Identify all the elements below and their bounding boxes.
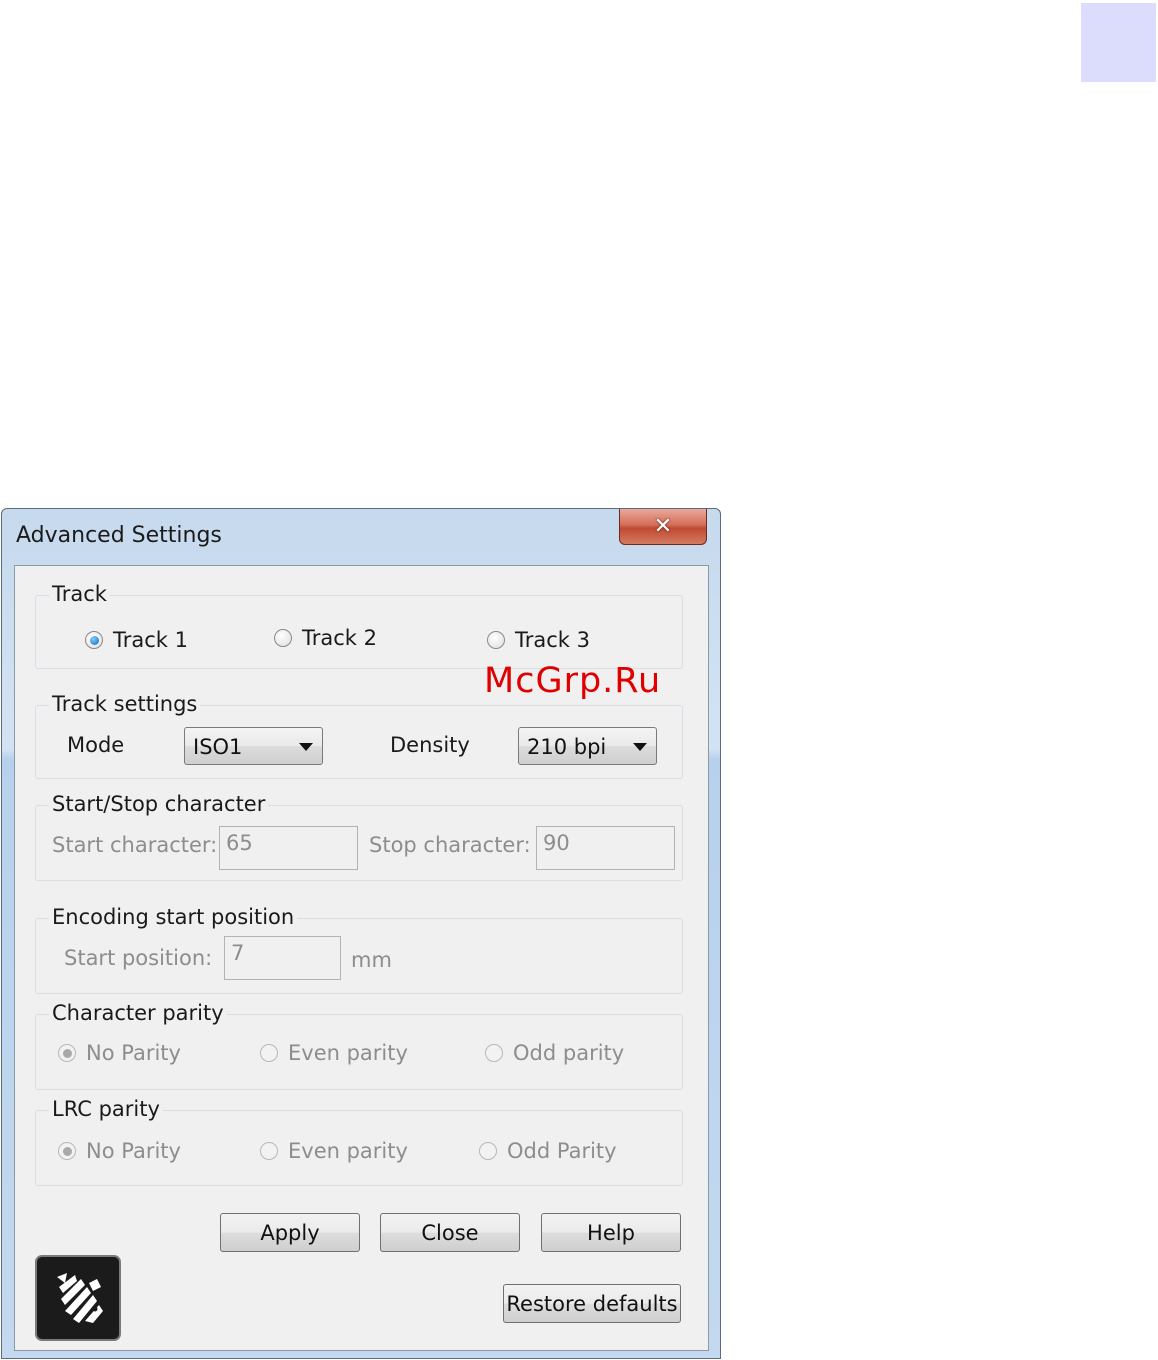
radio-indicator <box>479 1142 497 1160</box>
advanced-settings-dialog: Advanced Settings ✕ Track Track 1 Track … <box>1 508 721 1359</box>
start-stop-group: Start/Stop character Start character: 65… <box>35 792 683 881</box>
close-button[interactable]: Close <box>380 1213 520 1252</box>
radio-label: No Parity <box>86 1041 181 1065</box>
radio-lrc-even-parity[interactable]: Even parity <box>260 1139 408 1163</box>
apply-button[interactable]: Apply <box>220 1213 360 1252</box>
radio-indicator <box>487 631 505 649</box>
dialog-title: Advanced Settings <box>16 523 222 548</box>
track-settings-group: Track settings Mode ISO1 Density 210 bpi <box>35 692 683 779</box>
radio-indicator <box>485 1044 503 1062</box>
stop-character-input[interactable]: 90 <box>536 826 675 870</box>
zebra-logo-icon <box>35 1255 121 1341</box>
radio-indicator <box>260 1142 278 1160</box>
radio-lrc-odd-parity[interactable]: Odd Parity <box>479 1139 617 1163</box>
radio-char-odd-parity[interactable]: Odd parity <box>485 1041 624 1065</box>
title-bar[interactable]: Advanced Settings ✕ <box>2 509 720 563</box>
lrc-parity-group: LRC parity No Parity Even parity Odd Par… <box>35 1097 683 1186</box>
start-position-unit: mm <box>351 948 392 972</box>
radio-track-3[interactable]: Track 3 <box>487 628 590 652</box>
help-button[interactable]: Help <box>541 1213 681 1252</box>
radio-track-2[interactable]: Track 2 <box>274 626 377 650</box>
radio-indicator <box>58 1044 76 1062</box>
radio-indicator <box>260 1044 278 1062</box>
radio-char-no-parity[interactable]: No Parity <box>58 1041 181 1065</box>
start-character-label: Start character: <box>52 833 218 857</box>
close-icon: ✕ <box>653 514 673 539</box>
radio-label: Odd Parity <box>507 1139 617 1163</box>
character-parity-group: Character parity No Parity Even parity O… <box>35 1001 683 1090</box>
radio-label: No Parity <box>86 1139 181 1163</box>
zebra-head-graphic <box>57 1273 103 1323</box>
radio-label: Track 3 <box>515 628 590 652</box>
start-stop-label: Start/Stop character <box>49 792 269 816</box>
start-position-input[interactable]: 7 <box>224 936 341 980</box>
radio-track-1[interactable]: Track 1 <box>85 628 188 652</box>
track-group: Track Track 1 Track 2 Track 3 <box>35 582 683 669</box>
track-settings-label: Track settings <box>49 692 201 716</box>
encoding-group: Encoding start position Start position: … <box>35 905 683 994</box>
chevron-down-icon <box>299 743 313 751</box>
radio-label: Odd parity <box>513 1041 625 1065</box>
watermark-text: McGrp.Ru <box>484 661 662 701</box>
page-corner-tab <box>1081 3 1156 82</box>
radio-label: Track 1 <box>113 628 188 652</box>
character-parity-label: Character parity <box>49 1001 227 1025</box>
mode-select[interactable]: ISO1 <box>184 727 323 765</box>
chevron-down-icon <box>633 743 647 751</box>
radio-indicator <box>58 1142 76 1160</box>
lrc-parity-label: LRC parity <box>49 1097 163 1121</box>
start-character-input[interactable]: 65 <box>219 826 358 870</box>
density-select[interactable]: 210 bpi <box>518 727 657 765</box>
restore-defaults-button[interactable]: Restore defaults <box>503 1284 681 1323</box>
mode-label: Mode <box>67 733 125 757</box>
radio-label: Even parity <box>288 1041 408 1065</box>
density-label: Density <box>390 733 470 757</box>
track-group-label: Track <box>49 582 110 606</box>
radio-indicator <box>274 629 292 647</box>
window-close-button[interactable]: ✕ <box>619 509 707 545</box>
radio-label: Track 2 <box>302 626 377 650</box>
encoding-label: Encoding start position <box>49 905 298 929</box>
mode-value: ISO1 <box>193 735 243 759</box>
density-value: 210 bpi <box>527 735 607 759</box>
start-position-label: Start position: <box>64 946 213 970</box>
radio-label: Even parity <box>288 1139 408 1163</box>
radio-indicator <box>85 631 103 649</box>
radio-char-even-parity[interactable]: Even parity <box>260 1041 408 1065</box>
stop-character-label: Stop character: <box>369 833 531 857</box>
radio-lrc-no-parity[interactable]: No Parity <box>58 1139 181 1163</box>
